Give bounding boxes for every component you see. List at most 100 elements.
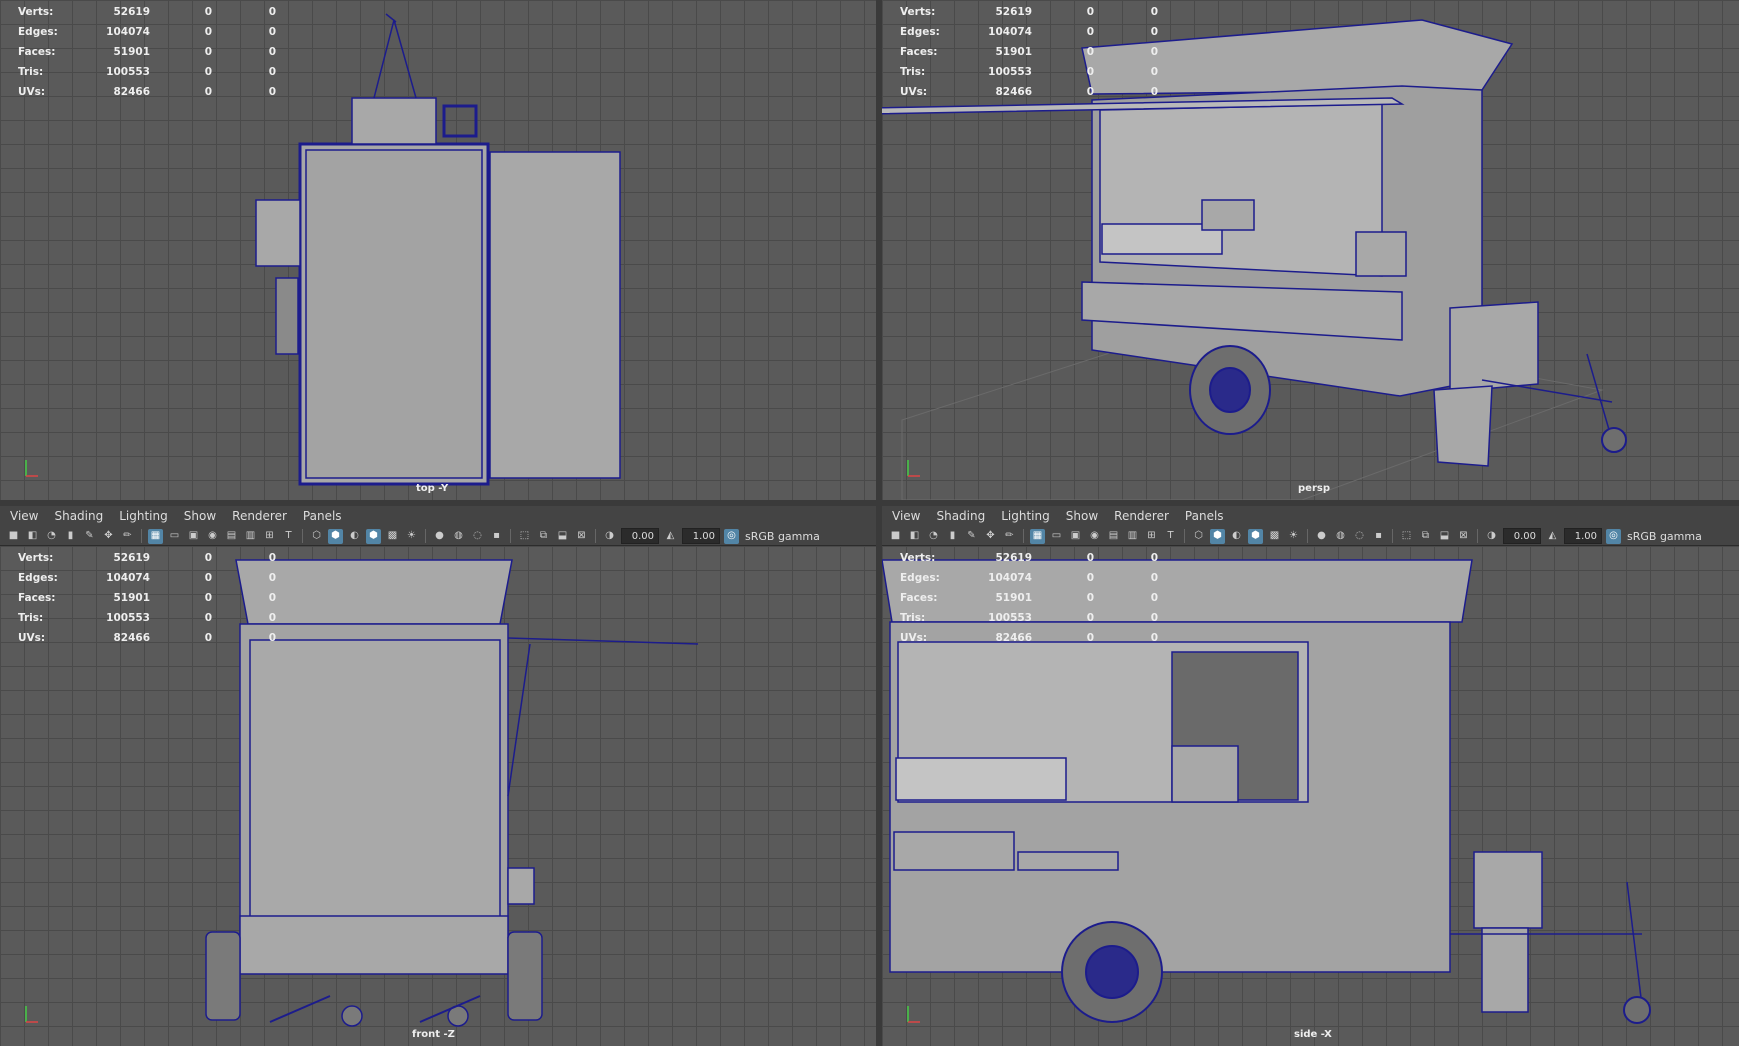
xray-icon[interactable]: ⧉ [1418,529,1433,544]
xray-components-icon[interactable]: ⊠ [1456,529,1471,544]
lights-icon[interactable]: ☀ [404,529,419,544]
motion-blur-icon[interactable]: ◌ [470,529,485,544]
hud-label: Edges: [900,572,940,584]
hud-row-tris: Tris: 100553 0 0 [900,608,1158,628]
menu-renderer[interactable]: Renderer [1114,509,1169,523]
separator [510,529,511,543]
shadows-icon[interactable]: ● [432,529,447,544]
smooth-shade-icon[interactable]: ⬢ [328,528,343,544]
camera-attr-icon[interactable]: ◔ [926,529,941,544]
ambient-occlusion-icon[interactable]: ◍ [451,529,466,544]
gamma-icon[interactable]: ◭ [1545,529,1560,544]
motion-blur-icon[interactable]: ◌ [1352,529,1367,544]
wireframe-icon[interactable]: ⬡ [309,529,324,544]
hud-component: 0 [1150,86,1158,98]
camera-icon[interactable]: ■ [6,529,21,544]
menu-panels[interactable]: Panels [1185,509,1224,523]
default-material-icon[interactable]: ◐ [347,529,362,544]
field-chart-icon[interactable]: ▤ [224,529,239,544]
resolution-gate-icon[interactable]: ▣ [1068,529,1083,544]
gate-mask-icon[interactable]: ◉ [1087,529,1102,544]
xray-icon[interactable]: ⧉ [536,529,551,544]
xray-joints-icon[interactable]: ⬓ [555,529,570,544]
menu-show[interactable]: Show [1066,509,1098,523]
safe-title-icon[interactable]: ⊞ [1144,529,1159,544]
isolate-select-icon[interactable]: ⬚ [1399,529,1414,544]
menu-view[interactable]: View [10,509,38,523]
film-gate-icon[interactable]: ▭ [167,529,182,544]
grid-icon[interactable]: ▦ [1030,528,1045,544]
antialias-icon[interactable]: ▪ [489,529,504,544]
isolate-select-icon[interactable]: ⬚ [517,529,532,544]
gamma-field[interactable]: 1.00 [1564,528,1602,544]
safe-action-icon[interactable]: ▥ [1125,529,1140,544]
viewport-top[interactable]: Verts: 52619 0 0 Edges: 104074 0 0 Faces: 51901… [0,0,876,500]
grease-pencil-icon[interactable]: ✏ [1002,529,1017,544]
colorspace-label[interactable]: sRGB gamma [745,530,820,543]
pan-zoom-icon[interactable]: ✥ [101,529,116,544]
textured-icon[interactable]: ▩ [1267,529,1282,544]
ambient-occlusion-icon[interactable]: ◍ [1333,529,1348,544]
wireframe-icon[interactable]: ⬡ [1191,529,1206,544]
image-plane-icon[interactable]: ✎ [82,529,97,544]
image-plane-icon[interactable]: ✎ [964,529,979,544]
hud-selected: 0 [204,592,212,604]
exposure-field[interactable]: 0.00 [621,528,659,544]
wireframe-on-shaded-icon[interactable]: ⬢ [366,528,381,544]
menu-shading[interactable]: Shading [54,509,103,523]
grid-icon[interactable]: ▦ [148,528,163,544]
hud-poly-count: Verts: 52619 0 0 Edges: 104074 0 0 Faces: 51901… [900,548,1158,648]
hud-component: 0 [268,572,276,584]
menu-lighting[interactable]: Lighting [1001,509,1050,523]
grease-pencil-icon[interactable]: ✏ [120,529,135,544]
camera-lock-icon[interactable]: ◧ [25,529,40,544]
menu-panels[interactable]: Panels [303,509,342,523]
text-icon[interactable]: T [281,529,296,544]
safe-action-icon[interactable]: ▥ [243,529,258,544]
smooth-shade-icon[interactable]: ⬢ [1210,528,1225,544]
gate-mask-icon[interactable]: ◉ [205,529,220,544]
default-material-icon[interactable]: ◐ [1229,529,1244,544]
menu-view[interactable]: View [892,509,920,523]
gamma-icon[interactable]: ◭ [663,529,678,544]
resolution-gate-icon[interactable]: ▣ [186,529,201,544]
bookmark-icon[interactable]: ▮ [945,529,960,544]
viewport-front[interactable]: Verts: 52619 0 0 Edges: 104074 0 0 Faces: 51901… [0,546,876,1046]
lights-icon[interactable]: ☀ [1286,529,1301,544]
hud-value: 52619 [995,552,1032,564]
menu-renderer[interactable]: Renderer [232,509,287,523]
hud-selected: 0 [1086,592,1094,604]
gamma-field[interactable]: 1.00 [682,528,720,544]
menu-show[interactable]: Show [184,509,216,523]
camera-icon[interactable]: ■ [888,529,903,544]
exposure-icon[interactable]: ◑ [602,529,617,544]
hud-value: 104074 [106,572,150,584]
bookmark-icon[interactable]: ▮ [63,529,78,544]
wireframe-on-shaded-icon[interactable]: ⬢ [1248,528,1263,544]
camera-lock-icon[interactable]: ◧ [907,529,922,544]
pan-zoom-icon[interactable]: ✥ [983,529,998,544]
safe-title-icon[interactable]: ⊞ [262,529,277,544]
film-gate-icon[interactable]: ▭ [1049,529,1064,544]
viewport-persp[interactable]: Verts: 52619 0 0 Edges: 104074 0 0 Faces: 51901… [882,0,1739,500]
xray-components-icon[interactable]: ⊠ [574,529,589,544]
colorspace-label[interactable]: sRGB gamma [1627,530,1702,543]
hud-row-verts: Verts: 52619 0 0 [900,2,1158,22]
xray-joints-icon[interactable]: ⬓ [1437,529,1452,544]
color-management-icon[interactable]: ◎ [724,528,739,544]
color-management-icon[interactable]: ◎ [1606,528,1621,544]
hud-value: 82466 [113,86,150,98]
viewport-side[interactable]: Verts: 52619 0 0 Edges: 104074 0 0 Faces: 51901… [882,546,1739,1046]
hud-label: Tris: [900,612,926,624]
exposure-field[interactable]: 0.00 [1503,528,1541,544]
hud-selected: 0 [204,66,212,78]
exposure-icon[interactable]: ◑ [1484,529,1499,544]
menu-lighting[interactable]: Lighting [119,509,168,523]
shadows-icon[interactable]: ● [1314,529,1329,544]
menu-shading[interactable]: Shading [936,509,985,523]
antialias-icon[interactable]: ▪ [1371,529,1386,544]
text-icon[interactable]: T [1163,529,1178,544]
camera-attr-icon[interactable]: ◔ [44,529,59,544]
textured-icon[interactable]: ▩ [385,529,400,544]
field-chart-icon[interactable]: ▤ [1106,529,1121,544]
